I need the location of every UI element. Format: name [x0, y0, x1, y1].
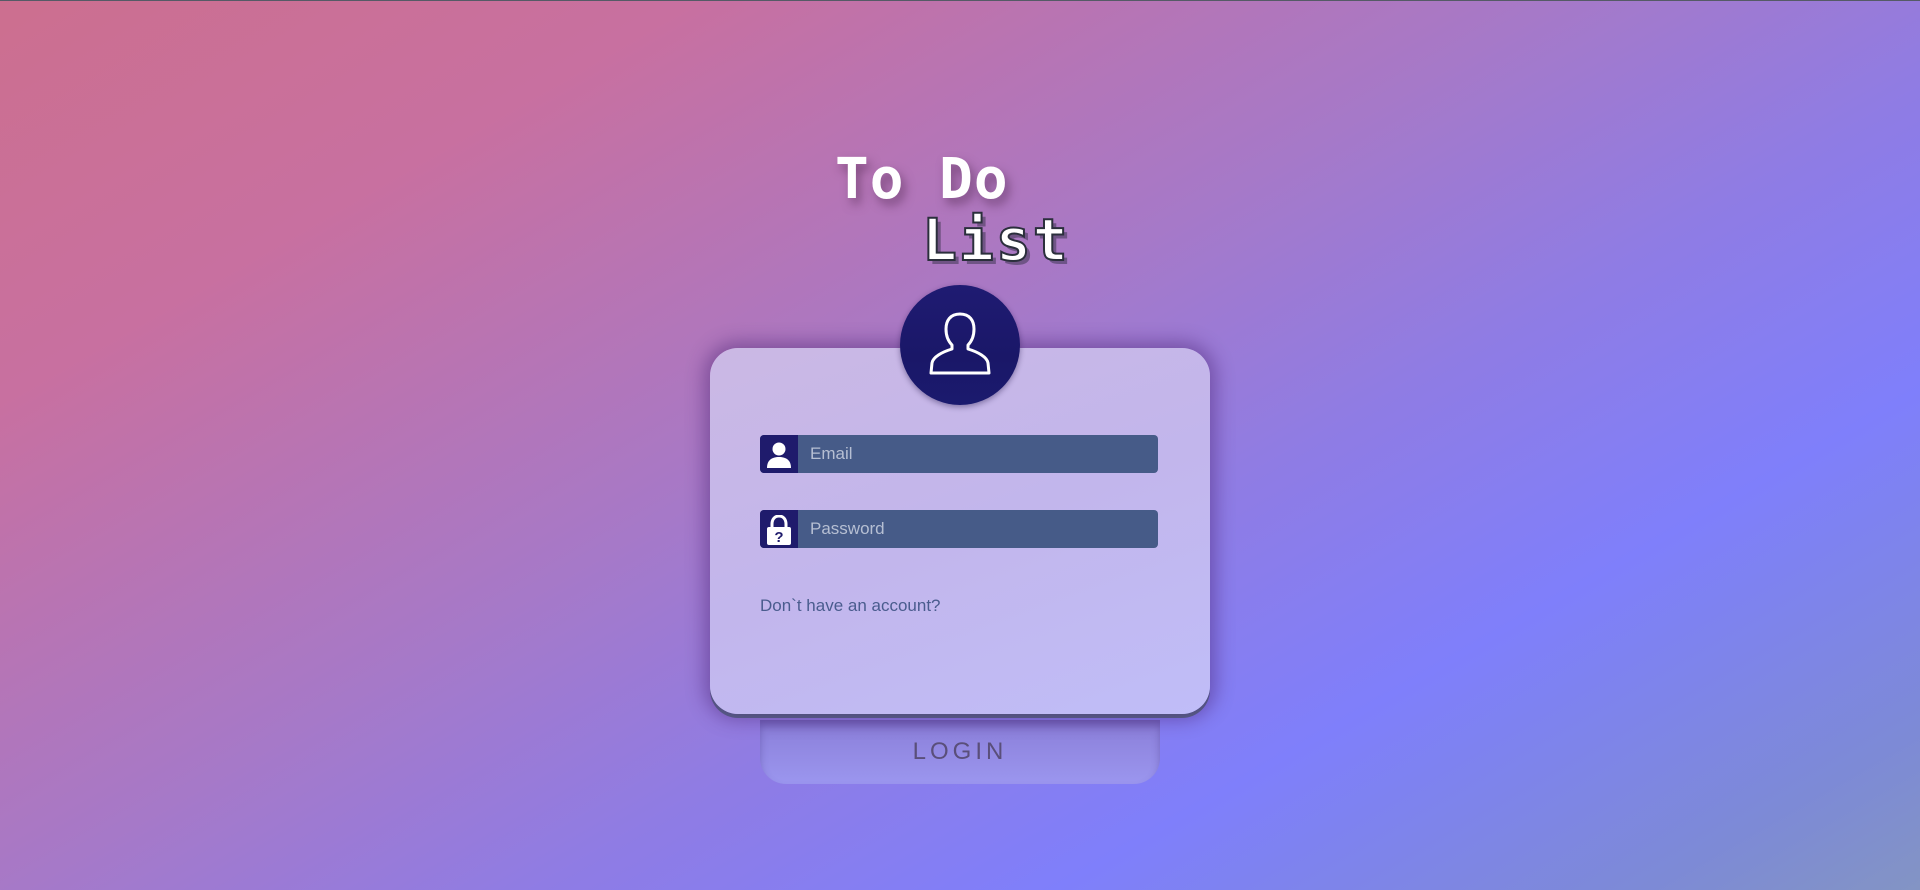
signup-link[interactable]: Don`t have an account?	[760, 596, 941, 616]
login-button[interactable]: LOGIN	[760, 720, 1160, 784]
top-border	[0, 0, 1920, 1]
svg-text:?: ?	[774, 529, 783, 545]
login-button-label: LOGIN	[912, 738, 1008, 765]
lock-question-icon: ?	[767, 515, 791, 545]
user-icon	[767, 442, 791, 468]
email-input[interactable]	[798, 435, 1153, 473]
avatar	[900, 285, 1020, 405]
password-icon-box: ?	[760, 510, 798, 548]
app-title-line1: To Do	[835, 147, 1009, 212]
user-silhouette-icon	[929, 312, 991, 375]
email-icon-box	[760, 435, 798, 473]
email-field	[760, 435, 1158, 473]
password-field: ?	[760, 510, 1158, 548]
app-title-line2: List	[921, 206, 1070, 274]
password-input[interactable]	[798, 510, 1153, 548]
